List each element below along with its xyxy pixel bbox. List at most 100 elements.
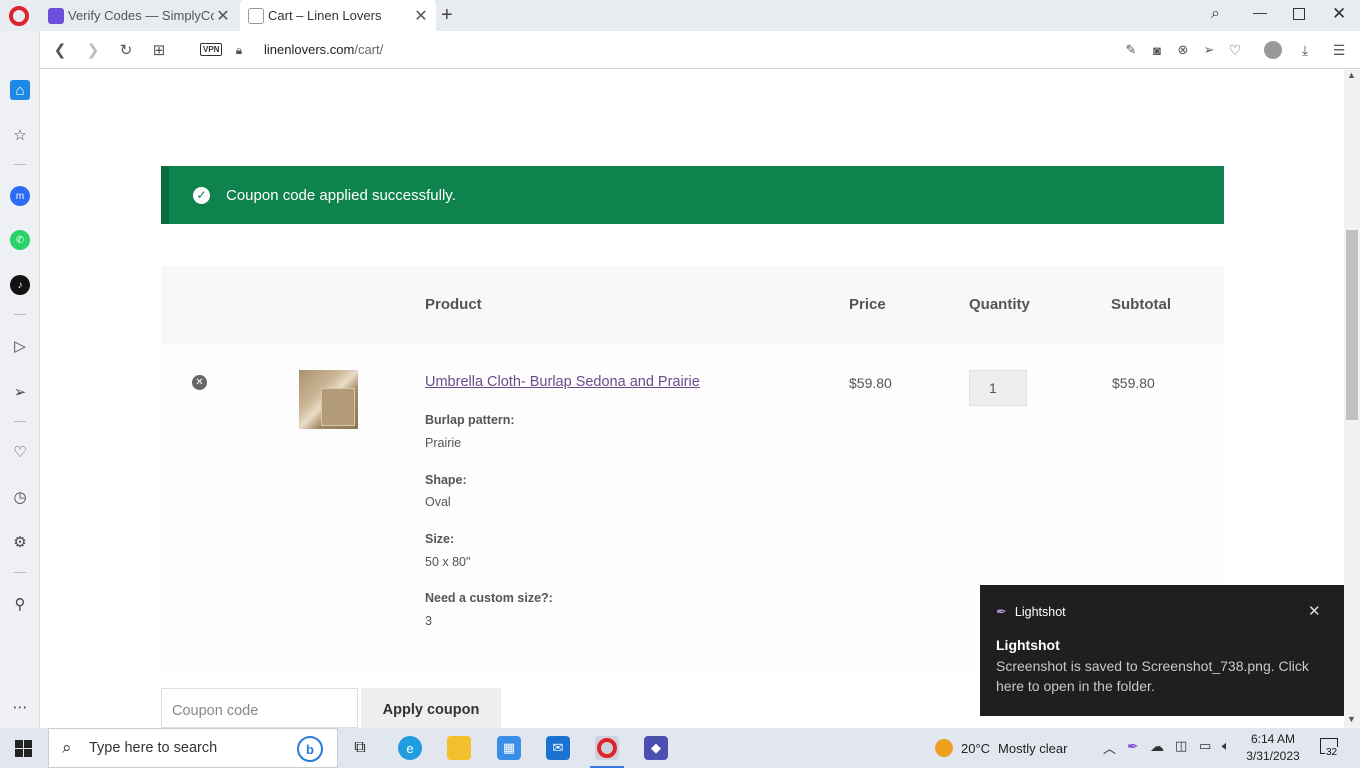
- chevron-up-icon[interactable]: ︿: [1103, 738, 1116, 757]
- lightshot-feather-icon: ✒: [996, 604, 1007, 619]
- meta-value-shape: Oval: [425, 495, 451, 509]
- sidebar-divider: [14, 421, 26, 422]
- weather-temp: 20°C: [961, 740, 991, 756]
- minimize-icon[interactable]: —: [1253, 4, 1267, 20]
- lock-icon[interactable]: 🔒︎: [230, 41, 248, 59]
- file-explorer-icon[interactable]: [447, 736, 471, 760]
- weather-widget[interactable]: 20°C Mostly clear: [935, 739, 1067, 757]
- onedrive-icon[interactable]: ☁: [1150, 738, 1164, 755]
- item-price: $59.80: [849, 375, 892, 391]
- product-link[interactable]: Umbrella Cloth- Burlap Sedona and Prairi…: [425, 374, 700, 390]
- start-tile: [24, 749, 32, 757]
- search-icon: ⌕: [62, 738, 72, 757]
- player-icon[interactable]: ▷: [10, 336, 30, 356]
- reload-icon[interactable]: ↻: [117, 41, 135, 59]
- store-icon[interactable]: ▦: [497, 736, 521, 760]
- bing-icon: b: [297, 736, 323, 762]
- clock-date: 3/31/2023: [1246, 749, 1300, 763]
- history-icon[interactable]: ◷: [10, 487, 30, 507]
- header-product: Product: [425, 296, 482, 313]
- settings-icon[interactable]: ⚙: [10, 532, 30, 552]
- restore-icon[interactable]: [1293, 8, 1305, 20]
- tab-grid-icon[interactable]: ⊞: [150, 41, 168, 59]
- tab-cart[interactable]: Cart – Linen Lovers ✕: [240, 0, 436, 31]
- coupon-placeholder: Coupon code: [172, 703, 259, 719]
- toast-close-icon[interactable]: ✕: [1308, 602, 1321, 620]
- product-thumbnail[interactable]: [299, 370, 358, 429]
- windows-taskbar: ⌕ Type here to search b ⧉ e ▦ ✉ ◆ 20°C M…: [0, 728, 1360, 768]
- quantity-input[interactable]: 1: [969, 370, 1027, 406]
- volume-icon[interactable]: 🔈︎: [1222, 738, 1230, 754]
- meet-now-icon[interactable]: ◫: [1175, 738, 1187, 754]
- meta-label-custom-size: Need a custom size?:: [425, 591, 553, 605]
- tab-bar: Verify Codes — SimplyCod ✕ Cart – Linen …: [0, 0, 1360, 31]
- toast-body[interactable]: Screenshot is saved to Screenshot_738.pn…: [996, 656, 1336, 696]
- item-subtotal: $59.80: [1112, 375, 1155, 391]
- tab-title: Cart – Linen Lovers: [268, 8, 382, 23]
- lightshot-tray-icon[interactable]: ✒: [1127, 738, 1139, 755]
- vpn-badge[interactable]: VPN: [200, 43, 223, 56]
- mail-icon[interactable]: ✉: [546, 736, 570, 760]
- account-icon[interactable]: [1264, 41, 1282, 59]
- start-tile: [15, 749, 23, 757]
- send-icon[interactable]: ➢: [1200, 41, 1218, 59]
- download-icon[interactable]: ⤓: [1296, 41, 1314, 59]
- close-tab-icon[interactable]: ✕: [412, 6, 430, 26]
- remove-item-button[interactable]: ✕: [192, 375, 207, 390]
- tab-verify-codes[interactable]: Verify Codes — SimplyCod ✕: [40, 0, 238, 31]
- whatsapp-icon[interactable]: ✆: [10, 230, 30, 250]
- opera-logo-icon[interactable]: [9, 6, 29, 26]
- network-icon[interactable]: ▭: [1199, 738, 1211, 754]
- opera-ring: [597, 738, 617, 758]
- meta-value-custom-size: 3: [425, 614, 432, 628]
- heart-icon[interactable]: ♡: [10, 442, 30, 462]
- lightbulb-icon[interactable]: ⚲: [10, 594, 30, 614]
- apply-coupon-button[interactable]: Apply coupon: [361, 688, 501, 728]
- tiktok-icon[interactable]: ♪: [10, 275, 30, 295]
- scroll-up-icon[interactable]: ▲: [1347, 70, 1356, 80]
- notice-message: Coupon code applied successfully.: [226, 186, 456, 204]
- sidebar-divider: [14, 164, 26, 165]
- check-circle-icon: ✓: [193, 186, 210, 204]
- page-scrollbar[interactable]: ▲ ▼: [1344, 70, 1360, 728]
- search-tabs-icon[interactable]: ⌕: [1211, 5, 1220, 23]
- opera-taskbar-icon[interactable]: [595, 736, 619, 760]
- taskbar-search-input[interactable]: ⌕ Type here to search b: [48, 728, 338, 768]
- app-icon[interactable]: ◆: [644, 736, 668, 760]
- sidebar-divider: [14, 572, 26, 573]
- edit-icon[interactable]: ✎: [1122, 41, 1140, 59]
- meta-value-pattern: Prairie: [425, 436, 462, 450]
- cart-table-header: Product Price Quantity Subtotal: [161, 266, 1224, 344]
- address-bar: ❮ ❯ ↻ ⊞ VPN 🔒︎ linenlovers.com/cart/ ✎ ◙…: [40, 31, 1360, 69]
- coupon-code-input[interactable]: Coupon code: [161, 688, 358, 728]
- url-field[interactable]: linenlovers.com/cart/: [264, 42, 383, 57]
- menu-icon[interactable]: ☰: [1330, 41, 1348, 59]
- more-icon[interactable]: ⋯: [10, 697, 30, 717]
- camera-icon[interactable]: ◙: [1148, 41, 1166, 59]
- new-tab-icon[interactable]: +: [441, 4, 453, 27]
- lightshot-notification[interactable]: ✒ Lightshot ✕ Lightshot Screenshot is sa…: [980, 585, 1344, 716]
- edge-icon[interactable]: e: [398, 736, 422, 760]
- start-tile: [24, 740, 32, 748]
- close-window-icon[interactable]: ✕: [1332, 4, 1346, 24]
- tab-title: Verify Codes — SimplyCod: [68, 8, 214, 23]
- back-icon[interactable]: ❮: [51, 41, 69, 59]
- search-placeholder: Type here to search: [89, 740, 218, 756]
- scroll-down-icon[interactable]: ▼: [1347, 714, 1356, 724]
- toast-app-name: Lightshot: [1014, 605, 1066, 619]
- adblock-icon[interactable]: ⊗: [1174, 41, 1192, 59]
- taskbar-clock[interactable]: 6:14 AM 3/31/2023: [1244, 731, 1302, 765]
- scroll-thumb[interactable]: [1346, 230, 1358, 420]
- home-icon[interactable]: ⌂: [10, 80, 30, 100]
- messenger-icon[interactable]: m: [10, 186, 30, 206]
- windows-start-icon[interactable]: [15, 740, 32, 757]
- notification-count-badge: 32: [1325, 747, 1339, 758]
- send-icon[interactable]: ➢: [10, 382, 30, 402]
- forward-icon[interactable]: ❯: [84, 41, 102, 59]
- star-icon[interactable]: ☆: [10, 125, 30, 145]
- sidebar-divider: [14, 314, 26, 315]
- close-tab-icon[interactable]: ✕: [214, 6, 232, 26]
- heart-icon[interactable]: ♡: [1226, 41, 1244, 59]
- toast-app-header: ✒ Lightshot: [996, 604, 1066, 620]
- task-view-icon[interactable]: ⧉: [348, 736, 372, 760]
